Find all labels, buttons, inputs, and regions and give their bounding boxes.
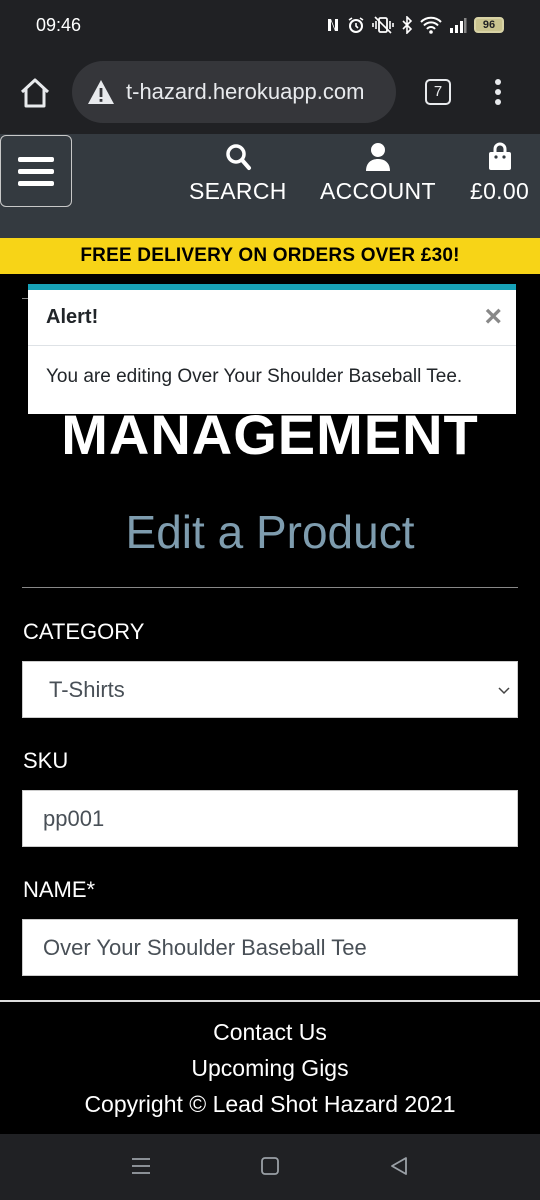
name-label: NAME* xyxy=(23,877,96,902)
battery-icon: 96 xyxy=(474,17,504,33)
delivery-banner: FREE DELIVERY ON ORDERS OVER £30! xyxy=(0,238,540,274)
close-icon[interactable]: × xyxy=(484,302,502,332)
status-time: 09:46 xyxy=(36,14,82,35)
hamburger-menu-button[interactable] xyxy=(0,135,72,207)
section-title: Edit a Product xyxy=(125,506,415,558)
search-label: SEARCH xyxy=(189,178,287,204)
wifi-icon xyxy=(420,16,442,34)
home-icon[interactable] xyxy=(18,76,52,110)
user-icon xyxy=(365,143,390,171)
status-icons: 96 xyxy=(326,16,504,34)
status-bar: 09:46 96 xyxy=(0,0,540,50)
bluetooth-icon xyxy=(402,16,413,34)
sku-input[interactable]: pp001 xyxy=(22,790,518,847)
search-icon xyxy=(226,144,251,170)
browser-menu-icon[interactable] xyxy=(488,76,508,108)
shopping-bag-icon xyxy=(488,142,511,170)
category-select[interactable]: T-Shirts xyxy=(22,661,518,718)
footer-divider xyxy=(0,1000,540,1002)
signal-icon xyxy=(450,18,467,33)
nfc-icon xyxy=(328,19,338,31)
contact-link[interactable]: Contact Us xyxy=(0,1019,540,1046)
vibrate-icon xyxy=(372,16,394,34)
address-bar[interactable]: t-hazard.herokuapp.com xyxy=(72,61,396,123)
back-icon[interactable] xyxy=(389,1156,409,1176)
home-nav-icon[interactable] xyxy=(260,1156,280,1176)
alert-header: Alert! xyxy=(28,290,516,346)
chevron-down-icon xyxy=(498,686,510,694)
url-text: t-hazard.herokuapp.com xyxy=(126,79,365,104)
account-label: ACCOUNT xyxy=(320,178,436,204)
tab-switcher-button[interactable]: 7 xyxy=(425,79,451,105)
gigs-link[interactable]: Upcoming Gigs xyxy=(0,1055,540,1082)
warning-icon[interactable] xyxy=(86,77,116,107)
name-input[interactable]: Over Your Shoulder Baseball Tee xyxy=(22,919,518,976)
account-nav-button[interactable]: ACCOUNT xyxy=(320,142,436,205)
alert-toast: Alert! × You are editing Over Your Shoul… xyxy=(28,284,516,414)
alert-message: You are editing Over Your Shoulder Baseb… xyxy=(46,366,463,387)
browser-toolbar: t-hazard.herokuapp.com 7 xyxy=(0,50,540,134)
alert-title: Alert! xyxy=(46,306,99,328)
recents-icon[interactable] xyxy=(131,1156,151,1176)
category-label: CATEGORY xyxy=(23,619,145,644)
divider xyxy=(22,587,518,588)
copyright-text: Copyright © Lead Shot Hazard 2021 xyxy=(84,1091,456,1117)
system-nav-bar xyxy=(0,1134,540,1200)
site-header: SEARCH ACCOUNT £0.00 xyxy=(0,134,540,238)
sku-label: SKU xyxy=(23,748,69,773)
category-value: T-Shirts xyxy=(49,676,125,702)
cart-nav-button[interactable]: £0.00 xyxy=(470,142,529,205)
alarm-icon xyxy=(348,17,364,33)
cart-total: £0.00 xyxy=(470,178,530,204)
search-nav-button[interactable]: SEARCH xyxy=(189,142,287,205)
